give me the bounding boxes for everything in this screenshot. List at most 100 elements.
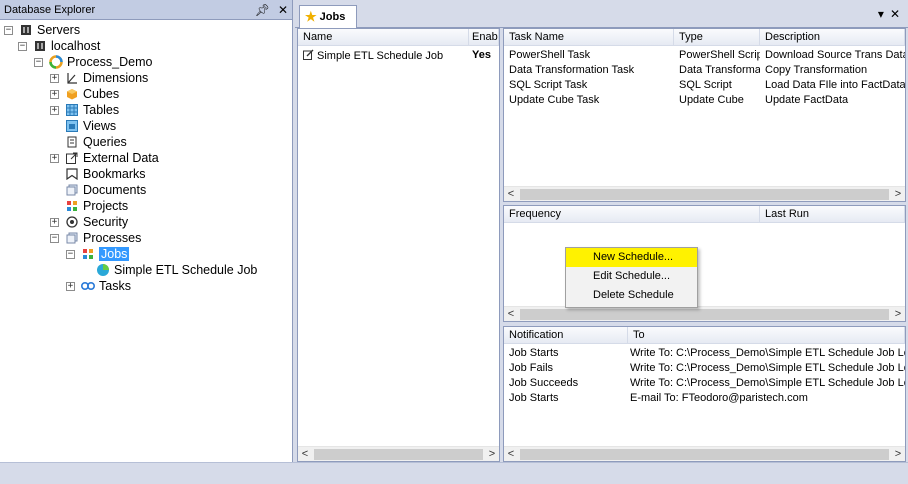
schedule-header: Frequency Last Run — [504, 206, 905, 223]
scroll-thumb[interactable] — [520, 308, 889, 320]
security-icon — [65, 215, 79, 229]
job-icon — [96, 263, 110, 277]
expand-toggle[interactable]: + — [50, 73, 59, 83]
expand-toggle[interactable]: + — [66, 281, 75, 291]
cube-icon — [65, 87, 79, 101]
collapse-toggle[interactable]: − — [50, 233, 59, 243]
table-row[interactable]: Data Transformation Task Data Transforma… — [504, 63, 905, 78]
column-header-type[interactable]: Type — [674, 29, 760, 45]
tree-node-jobs[interactable]: − Jobs — [66, 246, 130, 262]
tree-node-processes[interactable]: − Processes — [50, 230, 141, 246]
tasks-hscrollbar[interactable]: < > — [504, 186, 905, 201]
expand-toggle[interactable]: + — [50, 217, 59, 227]
tree-node-security[interactable]: + Security — [50, 214, 128, 230]
tree-label: External Data — [83, 151, 159, 165]
column-header-description[interactable]: Description — [760, 29, 905, 45]
task-type: Data Transformati... — [679, 64, 760, 76]
project-icon — [65, 199, 79, 213]
tree-label: Servers — [37, 23, 81, 37]
tab-jobs[interactable]: ★ Jobs — [299, 5, 357, 28]
tree-node-localhost[interactable]: − localhost — [18, 38, 100, 54]
scroll-right-icon[interactable]: > — [891, 308, 905, 320]
scroll-left-icon[interactable]: < — [504, 308, 518, 320]
column-header-notification[interactable]: Notification — [504, 327, 628, 343]
tab-dropdown-icon[interactable]: ▾ — [878, 7, 884, 21]
external-data-icon — [65, 151, 79, 165]
tasks-header: Task Name Type Description — [504, 29, 905, 46]
column-header-enabled[interactable]: Enabl — [469, 29, 499, 45]
schedule-hscrollbar[interactable]: < > — [504, 306, 905, 321]
notification-event: Job Starts — [509, 347, 559, 359]
task-name: Update Cube Task — [509, 94, 600, 106]
table-row[interactable]: Simple ETL Schedule Job Yes — [298, 48, 499, 63]
table-row[interactable]: Job Fails Write To: C:\Process_Demo\Simp… — [504, 361, 905, 376]
collapse-toggle[interactable]: − — [4, 25, 13, 35]
table-row[interactable]: Update Cube Task Update Cube Update Fact… — [504, 93, 905, 108]
table-row[interactable]: Job Starts Write To: C:\Process_Demo\Sim… — [504, 346, 905, 361]
tree-label: Projects — [83, 199, 129, 213]
scroll-left-icon[interactable]: < — [504, 188, 518, 200]
task-description: Update FactData — [765, 94, 849, 106]
scroll-thumb[interactable] — [314, 448, 483, 460]
tree-label: localhost — [51, 39, 101, 53]
panel-title: Database Explorer — [4, 3, 96, 16]
table-row[interactable]: Job Succeeds Write To: C:\Process_Demo\S… — [504, 376, 905, 391]
scroll-right-icon[interactable]: > — [485, 448, 499, 460]
close-icon[interactable]: ✕ — [278, 3, 288, 17]
menu-item-delete-schedule[interactable]: Delete Schedule — [566, 286, 697, 305]
table-row[interactable]: PowerShell Task PowerShell Script Downlo… — [504, 48, 905, 63]
jobs-icon — [81, 247, 95, 261]
notification-target: Write To: C:\Process_Demo\Simple ETL Sch… — [630, 377, 905, 389]
scroll-left-icon[interactable]: < — [298, 448, 312, 460]
scroll-right-icon[interactable]: > — [891, 188, 905, 200]
tree-node-dimensions[interactable]: + Dimensions — [50, 70, 148, 86]
scroll-thumb[interactable] — [520, 448, 889, 460]
expand-toggle[interactable]: + — [50, 153, 59, 163]
tree-label: Process_Demo — [67, 55, 153, 69]
tree-node-cubes[interactable]: + Cubes — [50, 86, 119, 102]
table-row[interactable]: SQL Script Task SQL Script Load Data FIl… — [504, 78, 905, 93]
column-header-task-name[interactable]: Task Name — [504, 29, 674, 45]
expand-toggle[interactable]: + — [50, 105, 59, 115]
tree-node-bookmarks[interactable]: Bookmarks — [50, 166, 146, 182]
scroll-left-icon[interactable]: < — [504, 448, 518, 460]
column-header-to[interactable]: To — [628, 327, 905, 343]
tree-node-projects[interactable]: Projects — [50, 198, 128, 214]
scroll-thumb[interactable] — [520, 188, 889, 200]
collapse-toggle[interactable]: − — [66, 249, 75, 259]
notifications-pane: Notification To Job Starts Write To: C:\… — [503, 326, 906, 462]
tree-node-tables[interactable]: + Tables — [50, 102, 119, 118]
tree-node-views[interactable]: Views — [50, 118, 116, 134]
tree-node-servers[interactable]: − Servers — [4, 22, 80, 38]
schedule-context-menu: New Schedule... Edit Schedule... Delete … — [565, 247, 698, 308]
query-icon — [65, 135, 79, 149]
tree-node-documents[interactable]: Documents — [50, 182, 146, 198]
tree-node-simple-etl-job[interactable]: Simple ETL Schedule Job — [96, 262, 257, 278]
menu-item-edit-schedule[interactable]: Edit Schedule... — [566, 267, 697, 286]
pin-icon[interactable]: 📌︎ — [255, 3, 270, 17]
expand-toggle[interactable]: + — [50, 89, 59, 99]
task-type: PowerShell Script — [679, 49, 760, 61]
menu-item-new-schedule[interactable]: New Schedule... — [566, 248, 697, 267]
tree-node-queries[interactable]: Queries — [50, 134, 127, 150]
table-row[interactable]: Job Starts E-mail To: FTeodoro@paristech… — [504, 391, 905, 406]
scroll-right-icon[interactable]: > — [891, 448, 905, 460]
database-icon — [49, 55, 63, 69]
database-explorer-header: Database Explorer 📌︎ ✕ — [0, 0, 292, 20]
server-icon — [19, 23, 33, 37]
task-name: Data Transformation Task — [509, 64, 635, 76]
notifications-hscrollbar[interactable]: < > — [504, 446, 905, 461]
tree-node-tasks[interactable]: + Tasks — [66, 278, 131, 294]
close-tab-icon[interactable]: ✕ — [890, 7, 900, 21]
collapse-toggle[interactable]: − — [18, 41, 27, 51]
column-header-last-run[interactable]: Last Run — [760, 206, 905, 222]
star-icon: ★ — [305, 9, 317, 24]
tree-node-external-data[interactable]: + External Data — [50, 150, 159, 166]
notification-event: Job Starts — [509, 392, 559, 404]
column-header-name[interactable]: Name — [298, 29, 469, 45]
collapse-toggle[interactable]: − — [34, 57, 43, 67]
column-header-frequency[interactable]: Frequency — [504, 206, 760, 222]
notification-event: Job Succeeds — [509, 377, 579, 389]
tree-node-process-demo[interactable]: − Process_Demo — [34, 54, 152, 70]
jobs-list-hscrollbar[interactable]: < > — [298, 446, 499, 461]
